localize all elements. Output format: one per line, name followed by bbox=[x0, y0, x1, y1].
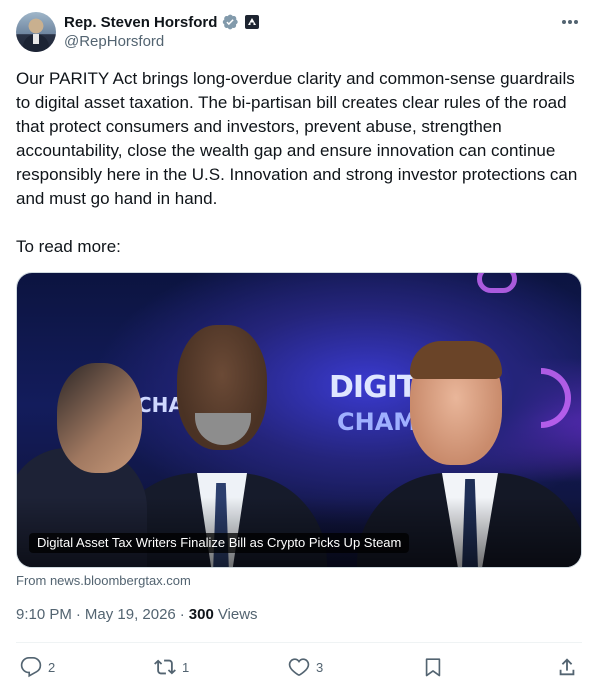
government-label-icon[interactable] bbox=[245, 15, 260, 29]
avatar[interactable] bbox=[16, 12, 56, 52]
more-icon bbox=[562, 20, 578, 24]
like-icon bbox=[288, 658, 310, 676]
card-caption: Digital Asset Tax Writers Finalize Bill … bbox=[29, 533, 410, 553]
reply-button[interactable]: 2 bbox=[20, 655, 55, 679]
views-count: 300 bbox=[188, 606, 214, 623]
author-display-name[interactable]: Rep. Steven Horsford bbox=[64, 14, 217, 31]
more-button[interactable] bbox=[558, 12, 582, 32]
author-name-row: Rep. Steven Horsford bbox=[64, 12, 260, 32]
views-label: Views bbox=[217, 606, 258, 623]
government-building-icon bbox=[248, 18, 257, 25]
author-handle[interactable]: @RepHorsford bbox=[64, 33, 164, 50]
tweet-paragraph: Our PARITY Act brings long-overdue clari… bbox=[16, 69, 578, 208]
panelist-left-head bbox=[57, 363, 142, 473]
stage-neon-ring bbox=[477, 273, 517, 293]
tweet-paragraph: To read more: bbox=[16, 237, 121, 256]
action-bar: 2 1 3 bbox=[16, 655, 582, 679]
share-icon bbox=[559, 658, 575, 676]
like-button[interactable]: 3 bbox=[288, 655, 323, 679]
bookmark-icon bbox=[425, 658, 441, 677]
repost-button[interactable]: 1 bbox=[154, 655, 189, 679]
tweet-text: Our PARITY Act brings long-overdue clari… bbox=[16, 67, 586, 259]
reply-count: 2 bbox=[48, 659, 56, 675]
share-button[interactable] bbox=[556, 655, 578, 679]
reply-icon bbox=[20, 657, 42, 678]
divider bbox=[16, 642, 582, 643]
like-count: 3 bbox=[316, 659, 324, 675]
verified-badge-icon bbox=[223, 14, 239, 30]
avatar-collar bbox=[33, 34, 39, 44]
repost-icon bbox=[154, 659, 176, 675]
tweet: Rep. Steven Horsford @RepHorsford Our PA… bbox=[0, 0, 598, 690]
link-preview-card[interactable]: CHAI DIGITA CHAMB Digital Asset Tax Writ… bbox=[16, 272, 582, 568]
tweet-meta: 9:10 PM · May 19, 2026 · 300 Views bbox=[16, 606, 258, 623]
meta-separator: · bbox=[75, 606, 81, 623]
panelist-right-hair bbox=[410, 341, 502, 379]
card-caption-shade bbox=[17, 497, 581, 567]
repost-count: 1 bbox=[182, 659, 190, 675]
meta-separator: · bbox=[179, 606, 185, 623]
tweet-date[interactable]: May 19, 2026 bbox=[85, 606, 176, 623]
bookmark-button[interactable] bbox=[422, 655, 444, 679]
card-source[interactable]: From news.bloombergtax.com bbox=[16, 573, 191, 588]
tweet-time[interactable]: 9:10 PM bbox=[16, 606, 72, 623]
